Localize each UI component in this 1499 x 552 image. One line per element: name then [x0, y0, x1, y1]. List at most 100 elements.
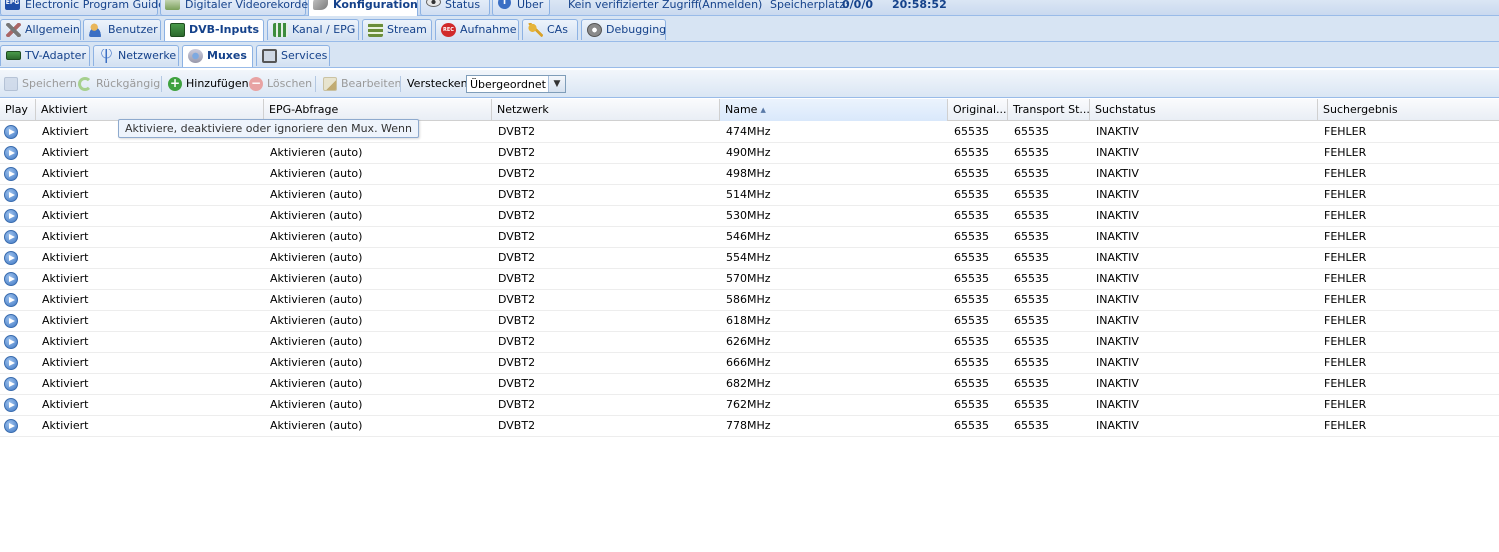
cell-original: 65535 — [954, 293, 989, 306]
tab-allgemein[interactable]: Allgemein — [0, 19, 81, 40]
column-header-name[interactable]: Name ▲ — [720, 99, 948, 121]
config-tab-bar: Allgemein Benutzer DVB-Inputs Kanal / EP… — [0, 16, 1499, 42]
toolbar-separator — [400, 76, 401, 92]
tab-tv-adapter[interactable]: TV-Adapter — [0, 45, 90, 66]
cell-transport: 65535 — [1014, 167, 1049, 180]
play-icon[interactable] — [4, 356, 18, 370]
edit-label: Bearbeiten — [341, 77, 402, 90]
chevron-down-icon[interactable]: ▼ — [548, 76, 565, 92]
cell-original: 65535 — [954, 419, 989, 432]
add-button[interactable]: + Hinzufügen — [168, 76, 249, 92]
play-icon[interactable] — [4, 188, 18, 202]
login-link[interactable]: (Anmelden) — [698, 0, 762, 13]
edit-icon — [323, 77, 337, 91]
clock: 20:58:52 — [892, 0, 947, 11]
tab-label: Netzwerke — [118, 49, 177, 62]
cell-netzwerk: DVBT2 — [498, 209, 536, 222]
play-icon[interactable] — [4, 125, 18, 139]
toolbar-separator — [161, 76, 162, 92]
cell-suchstatus: INAKTIV — [1096, 335, 1139, 348]
table-row[interactable]: Aktiviert Aktivieren (auto) DVBT2 546MHz 655… — [0, 227, 1499, 248]
cell-transport: 65535 — [1014, 419, 1049, 432]
play-icon[interactable] — [4, 146, 18, 160]
undo-button[interactable]: Rückgängig — [78, 76, 160, 92]
tab-dvb-inputs[interactable]: DVB-Inputs — [164, 19, 264, 41]
column-label: Aktiviert — [41, 103, 88, 116]
delete-button[interactable]: − Löschen — [249, 76, 312, 92]
column-header-suchergebnis[interactable]: Suchergebnis — [1318, 99, 1499, 121]
tab-cas[interactable]: CAs — [522, 19, 578, 40]
column-header-play[interactable]: Play — [0, 99, 36, 121]
tab-kanal-epg[interactable]: Kanal / EPG — [267, 19, 359, 40]
tab-epg[interactable]: EPG Electronic Program Guide — [0, 0, 165, 16]
table-row[interactable]: Aktiviert Aktivieren (auto) DVBT2 778MHz 655… — [0, 416, 1499, 437]
cell-original: 65535 — [954, 167, 989, 180]
access-status: Kein verifizierter Zugriff — [568, 0, 699, 11]
column-header-aktiviert[interactable]: Aktiviert — [36, 99, 264, 121]
tab-netzwerke[interactable]: Netzwerke — [93, 45, 179, 66]
play-icon[interactable] — [4, 251, 18, 265]
main-tab-bar: EPG Electronic Program Guide Digitaler V… — [0, 0, 1499, 18]
column-header-epg[interactable]: EPG-Abfrage — [264, 99, 492, 121]
play-icon[interactable] — [4, 272, 18, 286]
cell-aktiviert: Aktiviert — [42, 209, 89, 222]
cell-netzwerk: DVBT2 — [498, 314, 536, 327]
table-row[interactable]: Aktiviert Aktivieren (auto) DVBT2 498MHz 655… — [0, 164, 1499, 185]
cell-name: 530MHz — [726, 209, 771, 222]
cell-suchstatus: INAKTIV — [1096, 188, 1139, 201]
column-header-transport[interactable]: Transport St... — [1008, 99, 1090, 121]
play-icon[interactable] — [4, 293, 18, 307]
table-row[interactable]: Aktiviert Aktivieren (auto) DVBT2 618MHz 655… — [0, 311, 1499, 332]
table-row[interactable]: Aktiviert Aktivieren (auto) DVBT2 762MHz 655… — [0, 395, 1499, 416]
hide-select[interactable]: Übergeordnet d ▼ — [466, 75, 566, 93]
cell-suchstatus: INAKTIV — [1096, 293, 1139, 306]
tab-debugging[interactable]: Debugging — [581, 19, 666, 40]
tab-ueber[interactable]: i Über — [492, 0, 550, 16]
play-icon[interactable] — [4, 230, 18, 244]
save-button[interactable]: Speichern — [4, 76, 77, 92]
play-icon[interactable] — [4, 209, 18, 223]
tab-aufnahme[interactable]: REC Aufnahme — [435, 19, 519, 40]
tab-stream[interactable]: Stream — [362, 19, 432, 40]
column-header-original[interactable]: Original... — [948, 99, 1008, 121]
cell-suchstatus: INAKTIV — [1096, 377, 1139, 390]
table-row[interactable]: Aktiviert Aktivieren (auto) DVBT2 570MHz 655… — [0, 269, 1499, 290]
table-row[interactable]: Aktiviert Aktivieren (auto) DVBT2 626MHz 655… — [0, 332, 1499, 353]
wrench-icon — [313, 0, 328, 10]
cell-name: 666MHz — [726, 356, 771, 369]
column-header-suchstatus[interactable]: Suchstatus — [1090, 99, 1318, 121]
play-icon[interactable] — [4, 314, 18, 328]
tab-dvr[interactable]: Digitaler Videorekorder — [160, 0, 313, 16]
cell-name: 682MHz — [726, 377, 771, 390]
cell-suchergebnis: FEHLER — [1324, 335, 1367, 348]
play-icon[interactable] — [4, 398, 18, 412]
table-row[interactable]: Aktiviert Aktivieren (auto) DVBT2 586MHz 655… — [0, 290, 1499, 311]
tab-status[interactable]: Status — [420, 0, 490, 16]
table-row[interactable]: Aktiviert Aktivieren (auto) DVBT2 490MHz 655… — [0, 143, 1499, 164]
debug-icon — [587, 23, 602, 37]
sort-asc-icon: ▲ — [760, 106, 766, 114]
table-row[interactable]: Aktiviert Aktivieren (auto) DVBT2 530MHz 655… — [0, 206, 1499, 227]
play-icon[interactable] — [4, 419, 18, 433]
cell-netzwerk: DVBT2 — [498, 251, 536, 264]
hide-label: Verstecken: — [407, 77, 472, 90]
table-row[interactable]: Aktiviert Aktivieren (auto) DVBT2 666MHz 655… — [0, 353, 1499, 374]
cell-epg: Aktivieren (auto) — [270, 188, 363, 201]
tab-muxes[interactable]: Muxes — [182, 45, 253, 67]
play-icon[interactable] — [4, 335, 18, 349]
play-icon[interactable] — [4, 167, 18, 181]
table-row[interactable]: Aktiviert Aktivieren (auto) DVBT2 554MHz 655… — [0, 248, 1499, 269]
column-label: Transport St... — [1013, 103, 1090, 116]
cell-suchergebnis: FEHLER — [1324, 314, 1367, 327]
play-icon[interactable] — [4, 377, 18, 391]
column-header-netzwerk[interactable]: Netzwerk — [492, 99, 720, 121]
tab-label: DVB-Inputs — [189, 23, 260, 36]
tab-benutzer[interactable]: Benutzer — [83, 19, 161, 40]
table-row[interactable]: Aktiviert Aktivieren (auto) DVBT2 682MHz 655… — [0, 374, 1499, 395]
tab-services[interactable]: Services — [256, 45, 330, 66]
tab-label: Electronic Program Guide — [25, 0, 165, 11]
table-row[interactable]: Aktiviert Aktivieren (auto) DVBT2 514MHz 655… — [0, 185, 1499, 206]
edit-button[interactable]: Bearbeiten — [323, 76, 401, 92]
cell-suchergebnis: FEHLER — [1324, 377, 1367, 390]
cell-suchergebnis: FEHLER — [1324, 188, 1367, 201]
